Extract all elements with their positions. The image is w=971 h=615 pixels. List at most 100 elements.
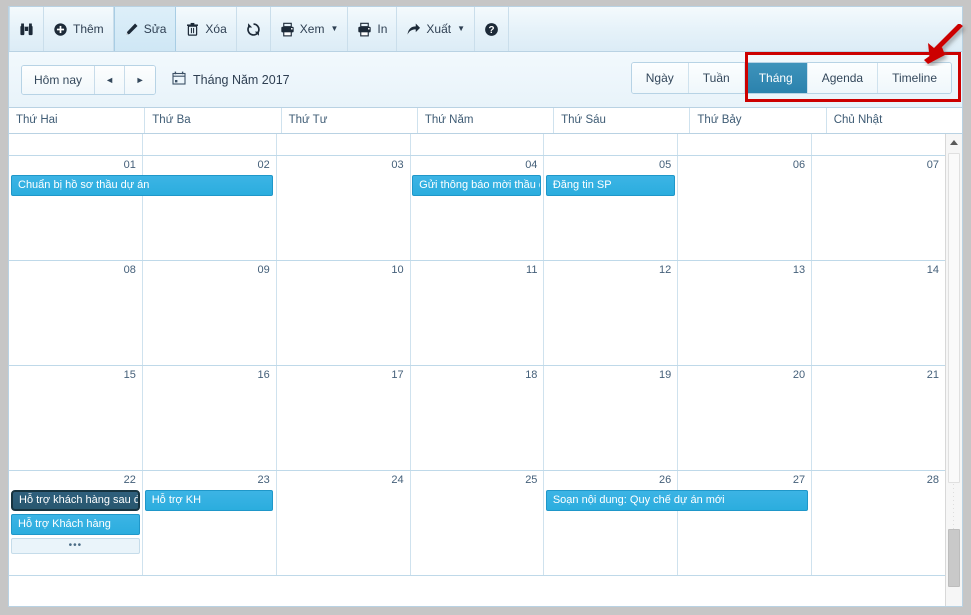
day-cell[interactable]: 14	[812, 261, 945, 365]
refresh-button[interactable]	[237, 7, 271, 51]
week-row: 15 16 17 18 19 20 21	[9, 366, 945, 471]
date-nav-group: Hôm nay ◄ ►	[21, 64, 157, 95]
day-cell[interactable]: 16	[143, 366, 277, 470]
day-number: 22	[123, 474, 136, 486]
view-button-label: Xem	[299, 22, 325, 36]
day-number: 10	[391, 264, 404, 276]
view-button[interactable]: Xem ▼	[271, 7, 349, 51]
plus-circle-icon	[53, 22, 68, 37]
prev-period-button[interactable]: ◄	[95, 65, 126, 94]
day-cell[interactable]	[277, 134, 411, 155]
day-number: 09	[257, 264, 270, 276]
day-cell[interactable]: 12	[544, 261, 679, 365]
day-cell[interactable]: 19	[544, 366, 679, 470]
day-cell[interactable]	[411, 134, 545, 155]
view-button-agenda[interactable]: Agenda	[807, 63, 879, 93]
navigation-bar: Hôm nay ◄ ► Tháng Năm 2017 Ngày Tuần Tháng…	[9, 52, 962, 108]
day-number: 25	[525, 474, 538, 486]
day-cell[interactable]: 09	[143, 261, 277, 365]
current-period-title: Tháng Năm 2017	[172, 71, 290, 88]
day-cell[interactable]: 15	[9, 366, 143, 470]
day-cell[interactable]: 11	[411, 261, 545, 365]
calendar-event[interactable]: Soạn nội dung: Quy chế dự án mới	[545, 490, 809, 511]
add-button-label: Thêm	[73, 22, 104, 36]
scroll-thumb[interactable]	[948, 153, 960, 483]
day-cell[interactable]: 17	[277, 366, 411, 470]
day-cell[interactable]: 21	[812, 366, 945, 470]
day-number: 21	[926, 369, 940, 381]
day-cell[interactable]	[143, 134, 277, 155]
export-button[interactable]: Xuất ▼	[397, 7, 475, 51]
view-button-tháng[interactable]: Tháng	[744, 63, 808, 93]
day-cell[interactable]: 20	[678, 366, 813, 470]
day-cell[interactable]: 13	[678, 261, 813, 365]
share-arrow-icon	[406, 22, 421, 37]
day-cell[interactable]	[812, 134, 945, 155]
next-period-button[interactable]: ►	[125, 65, 156, 94]
day-header-4: Thứ Sáu	[554, 108, 691, 133]
day-cell[interactable]	[544, 134, 679, 155]
day-cell[interactable]: 05	[544, 156, 679, 260]
printer-icon	[357, 22, 372, 37]
week-row: 22 23 24 25 26 27 28 Hỗ trợ khách hàng sau đào …	[9, 471, 945, 576]
window-gutter-right	[963, 0, 971, 615]
day-cell[interactable]	[678, 134, 813, 155]
day-cell[interactable]: 08	[9, 261, 143, 365]
day-number: 18	[525, 369, 538, 381]
day-cell[interactable]: 03	[277, 156, 411, 260]
chevron-down-icon: ▼	[457, 24, 465, 33]
day-cell[interactable]: 26	[544, 471, 679, 575]
day-cell[interactable]: 01	[9, 156, 143, 260]
find-button[interactable]	[9, 7, 44, 51]
edit-button[interactable]: Sửa	[113, 7, 177, 51]
day-cell[interactable]: 27	[678, 471, 813, 575]
day-cell[interactable]: 04	[411, 156, 545, 260]
day-number: 04	[525, 159, 538, 171]
view-button-timeline[interactable]: Timeline	[878, 63, 951, 93]
day-cell[interactable]: 23	[143, 471, 277, 575]
day-cell[interactable]: 02	[143, 156, 277, 260]
more-events-link[interactable]: •••	[11, 538, 140, 554]
calendar-event[interactable]: Chuẩn bị hồ sơ thầu dự án	[11, 175, 274, 196]
day-cell[interactable]: 25	[411, 471, 545, 575]
calendar-application: Thêm Sửa Xóa Xem ▼ In Xuất ▼? Hôm nay ◄ ►	[0, 0, 971, 615]
calendar-event[interactable]: Hỗ trợ KH	[144, 490, 274, 511]
day-header-2: Thứ Tư	[282, 108, 418, 133]
day-cell[interactable]: 06	[678, 156, 813, 260]
day-cell[interactable]: 24	[277, 471, 411, 575]
day-cell[interactable]: 07	[812, 156, 945, 260]
calendar-event[interactable]: Hỗ trợ khách hàng sau đào tạo	[11, 490, 140, 511]
view-button-tuần[interactable]: Tuần	[688, 63, 745, 93]
day-number: 27	[792, 474, 806, 486]
pencil-icon	[124, 22, 139, 37]
window-gutter-left	[0, 0, 8, 615]
add-button[interactable]: Thêm	[44, 7, 114, 51]
calendar-scroll-area: 01 02 03 04 05 06 07 Chuẩn bị hồ sơ thầu dự án G…	[9, 134, 945, 606]
toolbar: Thêm Sửa Xóa Xem ▼ In Xuất ▼?	[9, 7, 962, 52]
view-switcher: Ngày Tuần Tháng Agenda Timeline	[630, 62, 952, 94]
calendar-grid: Thứ Hai Thứ Ba Thứ Tư Thứ Năm Thứ Sáu Thứ Bảy…	[9, 108, 962, 606]
day-cell[interactable]: 28	[812, 471, 945, 575]
print-button[interactable]: In	[348, 7, 398, 51]
calendar-event[interactable]: Hỗ trợ Khách hàng	[11, 514, 140, 535]
print-button-label: In	[377, 22, 388, 36]
day-number: 19	[659, 369, 672, 381]
vertical-scrollbar[interactable]	[945, 134, 962, 606]
help-button[interactable]: ?	[475, 7, 509, 51]
day-cell[interactable]: 18	[411, 366, 545, 470]
day-cell[interactable]: 10	[277, 261, 411, 365]
week-row: 08 09 10 11 12 13 14	[9, 261, 945, 366]
day-cell[interactable]	[9, 134, 143, 155]
day-number: 20	[792, 369, 806, 381]
scroll-up-arrow[interactable]	[946, 134, 962, 151]
scroll-thumb-lower[interactable]	[948, 529, 960, 587]
day-number: 08	[123, 264, 136, 276]
view-button-ngày[interactable]: Ngày	[631, 63, 689, 93]
delete-button[interactable]: Xóa	[176, 7, 237, 51]
calendar-event[interactable]: Đăng tin SP	[545, 175, 675, 196]
today-button[interactable]: Hôm nay	[22, 65, 96, 94]
day-number: 03	[391, 159, 404, 171]
day-header-3: Thứ Năm	[418, 108, 555, 133]
help-circle-icon: ?	[484, 22, 499, 37]
calendar-event[interactable]: Gửi thông báo mời thầu dự án	[412, 175, 541, 196]
